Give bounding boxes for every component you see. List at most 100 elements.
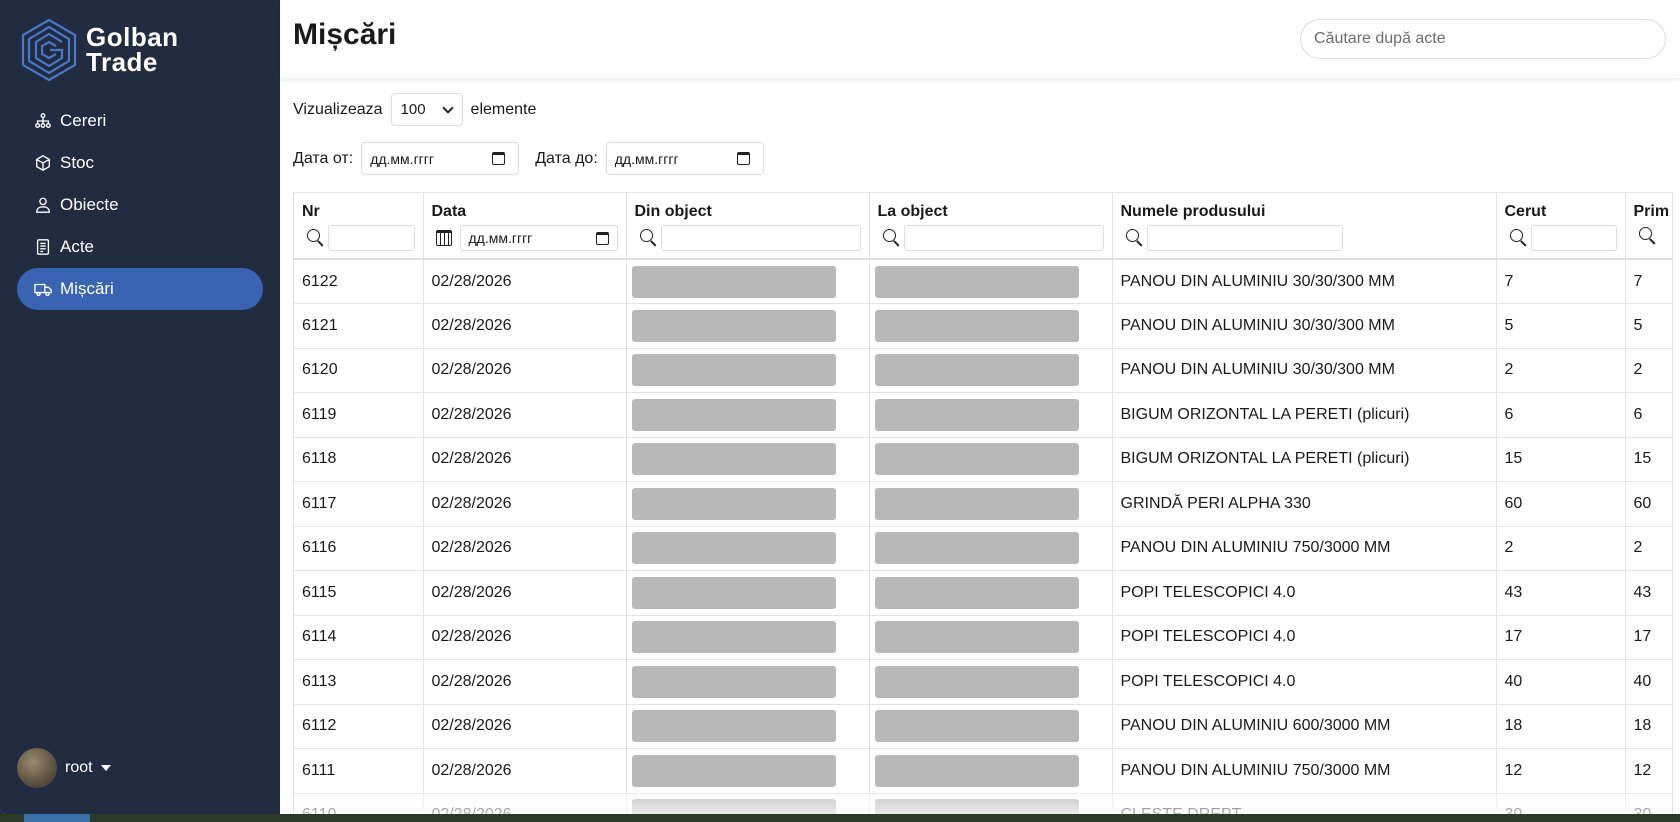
cell-cerut: 2 [1496,526,1626,571]
cell-nr: 6116 [294,526,424,571]
redacted-block [631,265,836,298]
calendar-icon[interactable] [736,152,750,165]
cell-din-object [626,481,870,527]
app-window: Golban Trade Cereri Stoc Obiecte Acte Mi… [0,0,1680,814]
filter-input-din-object[interactable] [660,225,861,251]
table-row[interactable]: 6112 02/28/2026 PANOU DIN ALUMINIU 600/300… [294,704,1672,749]
column-label: Data [431,203,467,220]
sidebar-item-cereri[interactable]: Cereri [17,100,263,142]
filter-input-produs[interactable] [1146,225,1343,251]
search-icon [302,227,328,249]
cell-din-object [626,793,870,814]
cell-produs: BIGUM ORIZONTAL LA PERETI (plicuri) [1112,437,1497,482]
redacted-block [631,487,836,520]
redacted-block [874,532,1079,565]
cell-nr: 6113 [294,659,424,705]
filter-input-cerut[interactable] [1530,225,1617,251]
cell-nr: 6112 [294,704,424,749]
cell-data: 02/28/2026 [423,348,627,393]
column-header-nr[interactable]: Nr [294,193,424,260]
cell-produs: PANOU DIN ALUMINIU 600/3000 MM [1112,704,1497,749]
cell-prim: 17 [1625,615,1672,660]
redacted-block [874,576,1079,609]
cell-din-object [626,615,870,660]
filter-input-la-object[interactable] [903,225,1104,251]
cell-nr: 6122 [294,259,424,304]
cell-cerut: 18 [1496,704,1626,749]
column-header-produs[interactable]: Numele produsului [1112,193,1497,260]
table-row[interactable]: 6114 02/28/2026 POPI TELESCOPICI 4.0 17 17 [294,615,1672,660]
sidebar-item-acte[interactable]: Acte [17,226,263,268]
cell-cerut: 15 [1496,437,1626,482]
cell-data: 02/28/2026 [423,437,627,482]
cell-la-object [869,704,1113,749]
cell-la-object [869,348,1113,393]
caret-down-icon [100,765,111,771]
redacted-block [874,754,1079,787]
redacted-block [631,398,836,431]
redacted-block [631,754,836,787]
user-menu[interactable]: root [17,748,111,788]
table-row[interactable]: 611002/28/2026CLESTE DREPT3030 [294,793,1672,814]
cell-produs: CLESTE DREPT [1112,793,1497,814]
table-row[interactable]: 6117 02/28/2026 GRINDĂ PERI ALPHA 330 60 60 [294,481,1672,527]
table-row[interactable]: 6113 02/28/2026 POPI TELESCOPICI 4.0 40 40 [294,659,1672,705]
view-label: Vizualizeaza [293,100,383,118]
table-row[interactable]: 6111 02/28/2026 PANOU DIN ALUMINIU 750/300… [294,748,1672,794]
cell-prim: 12 [1625,748,1672,794]
sidebar-item-obiecte[interactable]: Obiecte [17,184,263,226]
page-size-select[interactable]: 100 [390,93,463,126]
table-row[interactable]: 6115 02/28/2026 POPI TELESCOPICI 4.0 43 43 [294,570,1672,616]
box-icon [33,153,53,173]
cell-cerut: 6 [1496,392,1626,438]
cell-cerut: 2 [1496,348,1626,393]
taskbar-item [24,814,90,822]
sidebar-item-label: Cereri [60,111,107,130]
redacted-block [874,621,1079,654]
cell-prim: 2 [1625,526,1672,571]
calendar-icon[interactable] [492,152,506,165]
table-row[interactable]: 6122 02/28/2026 PANOU DIN ALUMINIU 30/30/3… [294,259,1672,304]
redacted-block [631,532,836,565]
page-title: Mișcări [293,18,397,51]
cell-prim: 2 [1625,348,1672,393]
filter-date-input[interactable]: дд.мм.гггг [459,225,618,251]
cell-nr: 6118 [294,437,424,482]
cell-cerut: 40 [1496,659,1626,705]
cell-produs: PANOU DIN ALUMINIU 30/30/300 MM [1112,348,1497,393]
sidebar-item-miscari[interactable]: Mișcări [17,268,263,310]
cell-produs: PANOU DIN ALUMINIU 750/3000 MM [1112,526,1497,571]
column-header-la-object[interactable]: La object [869,193,1113,260]
table-row[interactable]: 6121 02/28/2026 PANOU DIN ALUMINIU 30/30/3… [294,303,1672,349]
date-to-label: Дата до: [535,149,598,167]
column-label: La object [877,203,948,220]
sidebar-nav: Cereri Stoc Obiecte Acte Mișcări [17,100,263,310]
column-label: Cerut [1504,203,1547,220]
brand-logo[interactable]: Golban Trade [20,18,179,82]
column-header-prim[interactable]: Prim [1625,193,1672,260]
date-to-input[interactable]: дд.мм.гггг [605,142,764,175]
redacted-block [874,398,1079,431]
redacted-block [874,665,1079,698]
date-from-input[interactable]: дд.мм.гггг [361,142,520,175]
search-input[interactable] [1300,19,1666,59]
redacted-block [631,621,836,654]
table-row[interactable]: 6119 02/28/2026 BIGUM ORIZONTAL LA PERETI … [294,392,1672,438]
cell-prim: 15 [1625,437,1672,482]
column-header-cerut[interactable]: Cerut [1496,193,1626,260]
table-row[interactable]: 6118 02/28/2026 BIGUM ORIZONTAL LA PERETI … [294,437,1672,482]
cell-nr: 6117 [294,481,424,527]
table-row[interactable]: 6116 02/28/2026 PANOU DIN ALUMINIU 750/300… [294,526,1672,571]
cell-data: 02/28/2026 [423,704,627,749]
filter-input-nr[interactable] [328,225,415,251]
column-header-din-object[interactable]: Din object [626,193,870,260]
cell-produs: PANOU DIN ALUMINIU 30/30/300 MM [1112,259,1497,304]
page-size-value: 100 [400,101,426,118]
calendar-icon[interactable] [595,231,609,245]
cell-la-object [869,748,1113,794]
top-bar: Mișcări [280,0,1680,78]
column-header-data[interactable]: Data дд.мм.гггг [423,193,627,260]
redacted-block [874,309,1079,342]
table-row[interactable]: 6120 02/28/2026 PANOU DIN ALUMINIU 30/30/3… [294,348,1672,393]
sidebar-item-stoc[interactable]: Stoc [17,142,263,184]
